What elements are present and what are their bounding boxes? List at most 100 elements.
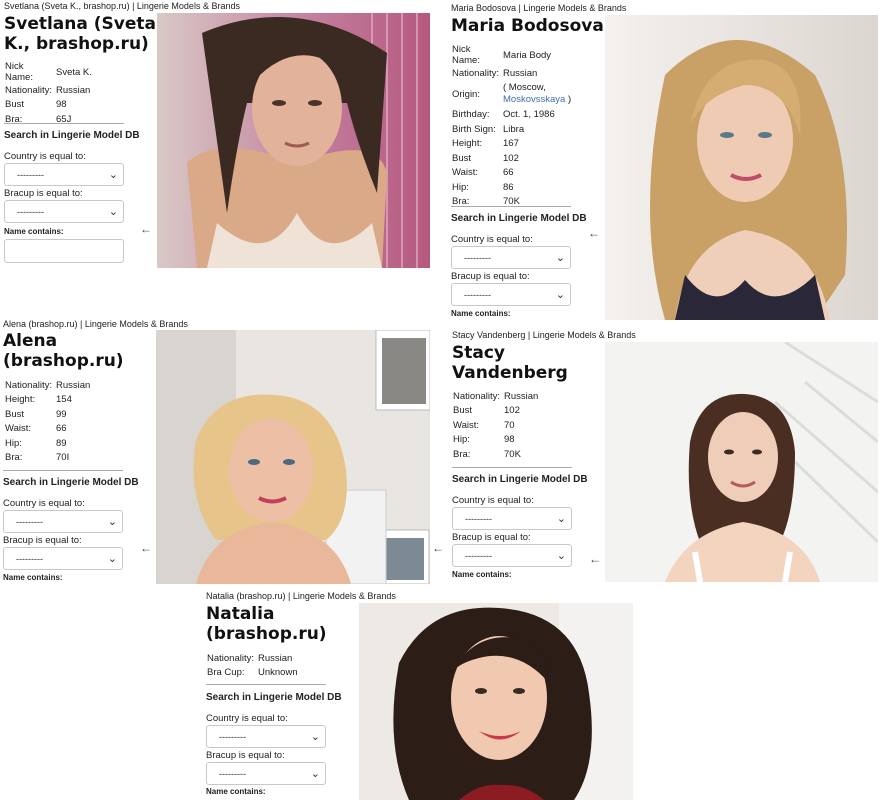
bracup-select[interactable]: --------- ⌄ [452, 544, 572, 567]
nationality-link[interactable]: Russian [56, 378, 90, 393]
select-value: --------- [219, 768, 246, 779]
country-select[interactable]: --------- ⌄ [206, 725, 326, 748]
fact-row: Nationality: Russian [207, 651, 298, 666]
fact-row: Hip: 89 [5, 436, 90, 451]
fact-row: Bra: 70I [5, 451, 90, 466]
bra-size-link[interactable]: 65J [56, 112, 92, 127]
fact-key: Bra Cup: [207, 667, 245, 679]
model-photo[interactable] [157, 13, 430, 268]
fact-value: Sveta K. [56, 66, 92, 78]
fact-row: Birth Sign: Libra [452, 122, 571, 137]
chevron-down-icon: ⌄ [108, 206, 118, 218]
model-name-line: Stacy [452, 343, 506, 363]
fact-key: Bust [5, 99, 25, 111]
fact-key: Nationality: [5, 84, 52, 96]
search-title: Search in Lingerie Model DB [4, 130, 140, 141]
name-input[interactable] [4, 239, 124, 263]
model-photo[interactable] [605, 15, 878, 320]
country-select[interactable]: --------- ⌄ [451, 246, 571, 269]
name-label: Name contains: [4, 227, 64, 236]
fact-row: Bust 98 [5, 98, 92, 113]
page-header: Maria Bodosova | Lingerie Models & Brand… [451, 3, 627, 13]
bra-size-link[interactable]: 70I [56, 451, 90, 466]
fact-row: Bra: 65J [5, 112, 92, 127]
fact-key: Nationality: [453, 390, 500, 402]
model-facts-table: Nationality: Russian Bust 102 Waist: 70 Hip… [453, 389, 538, 462]
chevron-down-icon: ⌄ [108, 169, 118, 181]
origin-region-link[interactable]: Moskovsskaya [503, 94, 565, 105]
fact-row: Height: 154 [5, 393, 90, 408]
country-select[interactable]: --------- ⌄ [4, 163, 124, 186]
model-name: Maria Bodosova [451, 16, 604, 36]
model-name-line: Alena [3, 331, 58, 351]
model-name-line: Vandenberg [452, 363, 568, 383]
fact-row: Waist: 70 [453, 418, 538, 433]
name-label: Name contains: [3, 573, 63, 582]
divider [3, 470, 123, 471]
bracup-label: Bracup is equal to: [4, 188, 83, 199]
model-name: Natalia (brashop.ru) [206, 604, 327, 644]
arrow-left-icon: ← [432, 541, 444, 555]
search-title: Search in Lingerie Model DB [451, 213, 587, 224]
fact-row: Bust 99 [5, 407, 90, 422]
arrow-left-icon: ← [588, 226, 600, 240]
model-name-line: K., brashop.ru) [4, 34, 149, 54]
fact-value: 98 [56, 99, 67, 111]
fact-key: Waist: [453, 419, 480, 431]
chevron-down-icon: ⌄ [310, 731, 320, 743]
fact-key: Hip: [5, 437, 22, 449]
fact-value: 66 [56, 423, 67, 435]
bracup-select[interactable]: --------- ⌄ [451, 283, 571, 306]
fact-value: Libra [503, 123, 525, 135]
country-select[interactable]: --------- ⌄ [452, 507, 572, 530]
model-name-line: (brashop.ru) [206, 624, 327, 644]
model-name: Svetlana (Sveta K., brashop.ru) [4, 14, 156, 54]
search-title: Search in Lingerie Model DB [452, 474, 588, 485]
fact-key: Bra: [453, 448, 471, 460]
chevron-down-icon: ⌄ [555, 252, 565, 264]
select-value: --------- [465, 550, 492, 561]
fact-key: Birthday: [452, 109, 490, 121]
bra-size-link[interactable]: 70K [504, 447, 538, 462]
model-photo[interactable] [605, 342, 878, 582]
nationality-link[interactable]: Russian [258, 651, 298, 666]
model-facts-table: Nick Name: Maria Body Nationality: Russian… [452, 44, 571, 209]
country-label: Country is equal to: [451, 234, 533, 245]
country-select[interactable]: --------- ⌄ [3, 510, 123, 533]
model-facts-table: Nationality: Russian Height: 154 Bust 99 Wa… [5, 378, 90, 465]
fact-key: Nationality: [452, 67, 499, 79]
fact-key: Hip: [453, 434, 470, 446]
fact-value: 102 [503, 152, 519, 164]
model-photo[interactable] [156, 330, 430, 584]
fact-key: Nationality: [5, 379, 52, 391]
search-title: Search in Lingerie Model DB [3, 477, 139, 488]
fact-row: Waist: 66 [5, 422, 90, 437]
fact-value: 167 [503, 138, 519, 150]
select-value: --------- [465, 513, 492, 524]
page-header: Alena (brashop.ru) | Lingerie Models & B… [3, 319, 188, 329]
chevron-down-icon: ⌄ [310, 768, 320, 780]
model-name-line: Svetlana (Sveta [4, 14, 156, 34]
chevron-down-icon: ⌄ [107, 553, 117, 565]
select-value: --------- [17, 169, 44, 180]
fact-value: 66 [503, 167, 514, 179]
select-value: --------- [219, 731, 246, 742]
fact-value: 86 [503, 181, 514, 193]
fact-row: Bust 102 [453, 404, 538, 419]
fact-value: 89 [56, 437, 67, 449]
bracup-select[interactable]: --------- ⌄ [206, 762, 326, 785]
divider [451, 206, 571, 207]
name-label: Name contains: [206, 787, 266, 796]
nationality-link[interactable]: Russian [503, 66, 571, 81]
bracup-select[interactable]: --------- ⌄ [3, 547, 123, 570]
fact-value: 70 [504, 419, 515, 431]
origin-suffix: ) [565, 94, 572, 105]
fact-key: Bust [453, 405, 473, 417]
nationality-link[interactable]: Russian [56, 83, 92, 98]
model-photo[interactable] [359, 603, 633, 800]
bracup-select[interactable]: --------- ⌄ [4, 200, 124, 223]
fact-key: Bust [5, 408, 25, 420]
select-value: --------- [464, 252, 491, 263]
nationality-link[interactable]: Russian [504, 389, 538, 404]
fact-key: Height: [452, 138, 483, 150]
